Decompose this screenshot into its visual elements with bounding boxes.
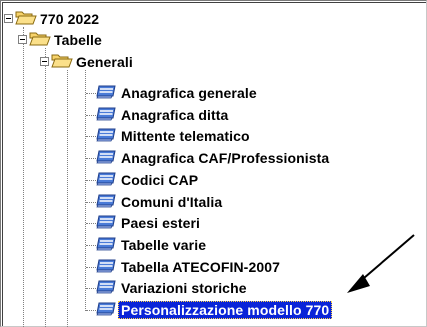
- tree-line: [86, 158, 96, 159]
- tree-line: [86, 310, 96, 311]
- tree-node-item[interactable]: Anagrafica ditta: [96, 105, 231, 125]
- tree-node-label: Anagrafica ditta: [121, 107, 229, 123]
- tree-node-label: Mittente telematico: [121, 128, 250, 144]
- collapse-toggle-icon[interactable]: [4, 14, 13, 23]
- table-icon: [96, 300, 118, 321]
- table-icon: [96, 83, 118, 104]
- tree-node-label: Anagrafica generale: [121, 85, 257, 101]
- table-icon: [96, 257, 118, 278]
- tree-line: [45, 48, 46, 327]
- tree-node-label-selected: Personalizzazione modello 770: [118, 301, 333, 319]
- tree-node-item[interactable]: Paesi esteri: [96, 213, 203, 233]
- tree-line: [86, 245, 96, 246]
- table-icon: [96, 192, 118, 213]
- table-icon: [96, 235, 118, 256]
- tree-node-label: Tabelle varie: [121, 237, 207, 253]
- folder-open-icon: [51, 52, 73, 73]
- tree-node-item[interactable]: Mittente telematico: [96, 126, 253, 146]
- tree-line: [23, 27, 24, 327]
- tree-line: [86, 115, 96, 116]
- tree-node-item[interactable]: Tabelle varie: [96, 235, 209, 255]
- tree-node-generali[interactable]: Generali: [40, 52, 136, 72]
- tree-line: [86, 136, 96, 137]
- table-icon: [96, 126, 118, 147]
- tree-node-label: 770 2022: [40, 11, 100, 27]
- tree-line: [86, 267, 96, 268]
- tree-node-root[interactable]: 770 2022: [4, 9, 102, 29]
- tree-node-label: Generali: [76, 54, 133, 70]
- table-icon: [96, 148, 118, 169]
- tree-node-label: Codici CAP: [121, 172, 199, 188]
- tree-node-tabelle[interactable]: Tabelle: [18, 30, 105, 50]
- collapse-toggle-icon[interactable]: [40, 57, 49, 66]
- collapse-toggle-icon[interactable]: [18, 35, 27, 44]
- tree-node-item[interactable]: Anagrafica generale: [96, 83, 260, 103]
- tree-node-label: Anagrafica CAF/Professionista: [121, 150, 330, 166]
- tree-node-item[interactable]: Personalizzazione modello 770: [96, 300, 333, 321]
- tree-node-item[interactable]: Tabella ATECOFIN-2007: [96, 257, 283, 277]
- table-icon: [96, 170, 118, 191]
- tree-node-item[interactable]: Comuni d'Italia: [96, 192, 225, 212]
- tree-node-label: Variazioni storiche: [121, 280, 247, 296]
- folder-open-icon: [15, 9, 37, 30]
- table-icon: [96, 213, 118, 234]
- tree-line: [86, 202, 96, 203]
- tree-node-label: Tabelle: [54, 32, 102, 48]
- table-icon: [96, 278, 118, 299]
- folder-open-icon: [29, 30, 51, 51]
- tree-line: [86, 180, 96, 181]
- tree-line: [86, 288, 96, 289]
- tree-node-item[interactable]: Variazioni storiche: [96, 278, 250, 298]
- tree-line: [86, 93, 96, 94]
- tree-node-label: Tabella ATECOFIN-2007: [121, 259, 280, 275]
- tree-node-label: Comuni d'Italia: [121, 194, 223, 210]
- tree-line: [67, 70, 68, 327]
- tree-node-item[interactable]: Anagrafica CAF/Professionista: [96, 148, 332, 168]
- tree-node-label: Paesi esteri: [121, 215, 201, 231]
- tree-line: [86, 223, 96, 224]
- tree-node-item[interactable]: Codici CAP: [96, 170, 201, 190]
- tree-line: [85, 70, 86, 311]
- table-icon: [96, 105, 118, 126]
